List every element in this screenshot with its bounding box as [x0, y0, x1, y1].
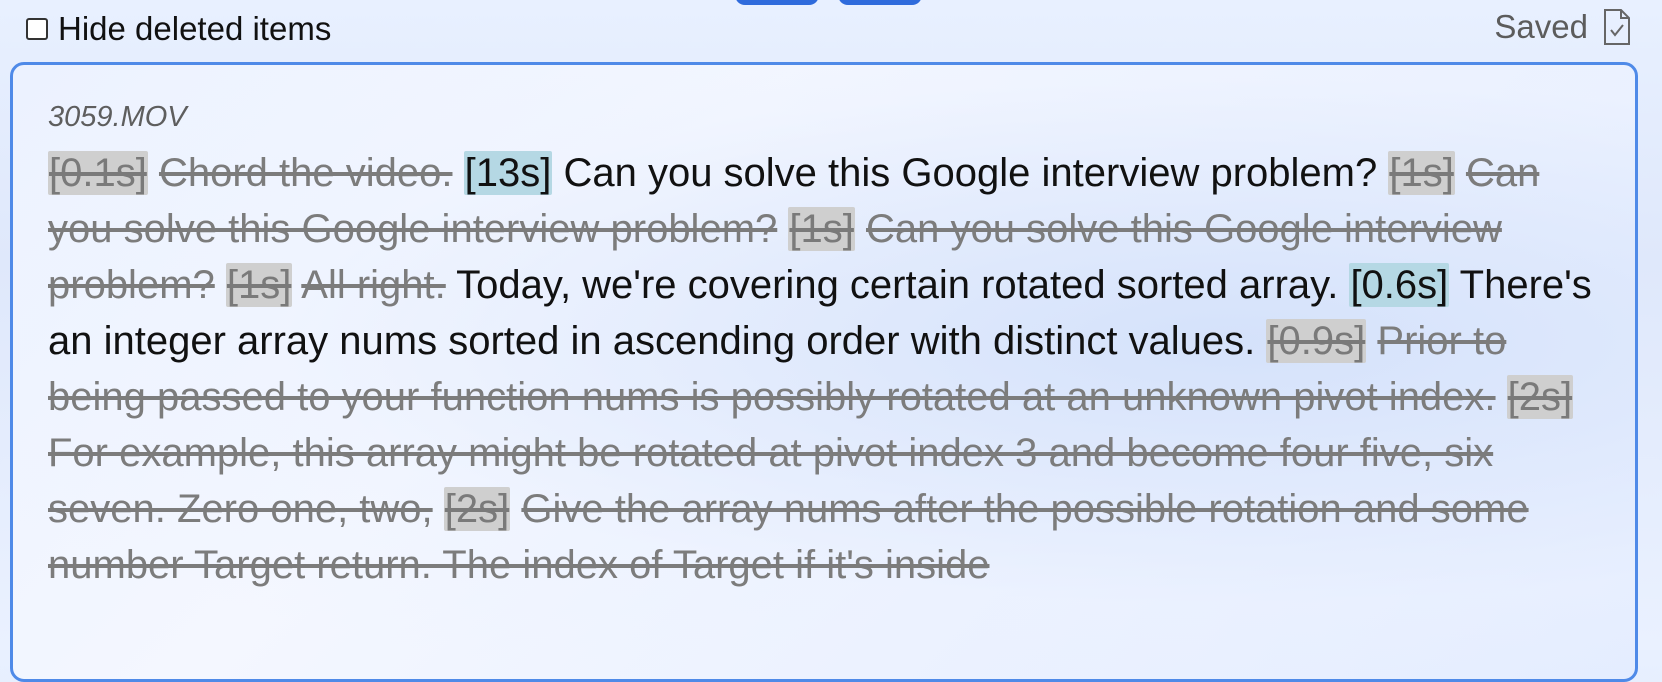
segment-timestamp[interactable]: [1s]: [788, 207, 855, 251]
hide-deleted-label: Hide deleted items: [58, 10, 332, 47]
segment-timestamp[interactable]: [2s]: [443, 487, 511, 531]
segment-timestamp[interactable]: [2s]: [1506, 375, 1574, 419]
segment-timestamp[interactable]: [0.6s]: [1349, 263, 1450, 307]
hide-deleted-checkbox[interactable]: [26, 18, 48, 40]
segment-timestamp[interactable]: [0.1s]: [48, 151, 148, 195]
hide-deleted-toggle[interactable]: Hide deleted items: [26, 10, 331, 48]
save-status: Saved: [1494, 8, 1632, 46]
save-status-text: Saved: [1494, 8, 1588, 45]
segment-text[interactable]: All right.: [301, 263, 446, 307]
segment-timestamp[interactable]: [1s]: [1388, 151, 1455, 195]
segment-timestamp[interactable]: [1s]: [225, 263, 293, 307]
file-name: 3059.MOV: [48, 101, 187, 133]
document-check-icon: [1602, 8, 1632, 46]
transcript-text[interactable]: [0.1s] Chord the video. [13s] Can you so…: [48, 145, 1608, 593]
segment-text[interactable]: Can you solve this Google interview prob…: [563, 151, 1377, 195]
transcript-editor[interactable]: 3059.MOV [0.1s] Chord the video. [13s] C…: [10, 62, 1638, 682]
segment-timestamp[interactable]: [0.9s]: [1266, 319, 1367, 363]
segment-timestamp[interactable]: [13s]: [463, 151, 553, 195]
top-bar: Hide deleted items Saved: [0, 0, 1662, 58]
segment-text[interactable]: Today, we're covering certain rotated so…: [456, 263, 1338, 307]
segment-text[interactable]: Chord the video.: [159, 151, 453, 195]
